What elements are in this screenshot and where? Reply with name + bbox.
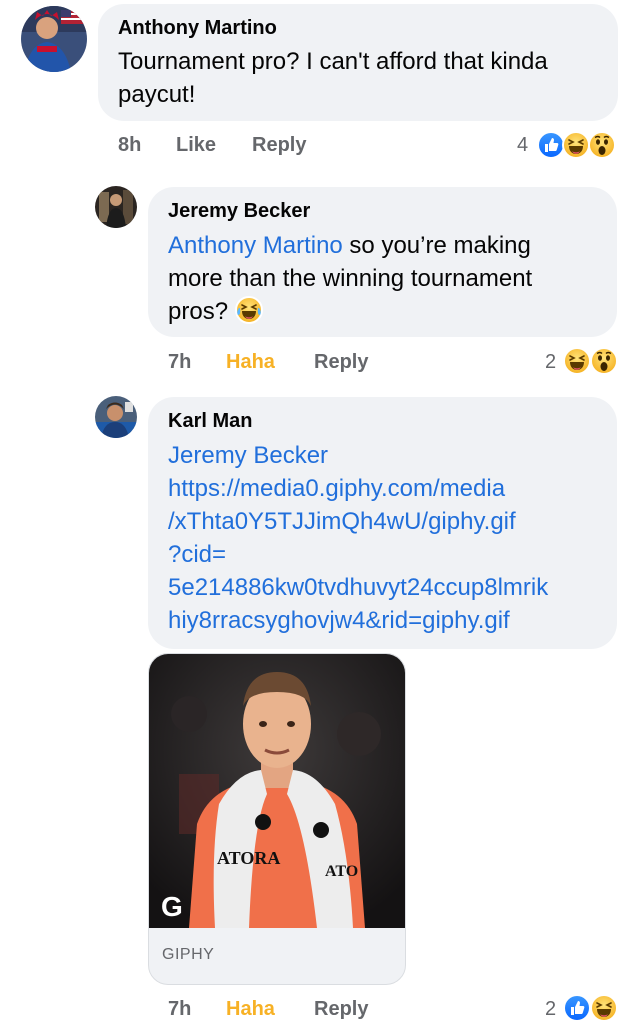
comment-timestamp[interactable]: 7h xyxy=(168,998,191,1021)
reaction-count[interactable]: 2 xyxy=(545,998,556,1021)
avatar[interactable] xyxy=(95,186,137,228)
like-reaction-icon[interactable] xyxy=(563,994,591,1022)
wow-reaction-icon[interactable] xyxy=(588,131,616,159)
comment-text: Tournament pro? I can't afford that kind… xyxy=(118,48,548,108)
like-button[interactable]: Like xyxy=(176,134,216,157)
haha-reaction-icon[interactable] xyxy=(563,347,591,375)
reply-button[interactable]: Reply xyxy=(252,134,306,157)
comment-author[interactable]: Jeremy Becker xyxy=(168,200,310,223)
like-reaction-icon[interactable] xyxy=(537,131,565,159)
giphy-url-line[interactable]: 5e214886kw0tvdhuvyt24ccup8lmrik xyxy=(168,571,608,604)
gatorade-logo: G xyxy=(161,891,183,922)
reply-button[interactable]: Reply xyxy=(314,998,368,1021)
giphy-url-line[interactable]: /xThta0Y5TJJimQh4wU/giphy.gif xyxy=(168,505,608,538)
avatar[interactable] xyxy=(21,6,87,72)
reaction-count[interactable]: 4 xyxy=(517,134,528,157)
haha-reaction-icon[interactable] xyxy=(562,131,590,159)
reaction-count[interactable]: 2 xyxy=(545,351,556,374)
comment-timestamp[interactable]: 8h xyxy=(118,134,141,157)
haha-reaction-icon[interactable] xyxy=(590,994,618,1022)
gif-image[interactable]: ATORA ATO G xyxy=(149,654,405,928)
towel-text-right: ATO xyxy=(325,863,358,880)
haha-button[interactable]: Haha xyxy=(226,351,275,374)
giphy-url-line[interactable]: hiy8rracsyghovjw4&rid=giphy.gif xyxy=(168,604,608,637)
wow-reaction-icon[interactable] xyxy=(590,347,618,375)
avatar[interactable] xyxy=(95,396,137,438)
towel-text-left: ATORA xyxy=(217,848,280,868)
comment-timestamp[interactable]: 7h xyxy=(168,351,191,374)
mention-link[interactable]: Jeremy Becker xyxy=(168,439,608,472)
mention-link[interactable]: Anthony Martino xyxy=(168,232,343,259)
giphy-source-label: GIPHY xyxy=(162,946,215,963)
tears-of-joy-emoji xyxy=(234,296,263,324)
haha-button[interactable]: Haha xyxy=(226,998,275,1021)
reply-button[interactable]: Reply xyxy=(314,351,368,374)
gif-attachment[interactable]: ATORA ATO G GIPHY xyxy=(148,653,406,985)
comment-author[interactable]: Anthony Martino xyxy=(118,17,277,40)
comment-author[interactable]: Karl Man xyxy=(168,410,252,433)
giphy-url-line[interactable]: https://media0.giphy.com/media xyxy=(168,472,608,505)
comment-text: Jeremy Becker https://media0.giphy.com/m… xyxy=(168,439,608,637)
comment-text: Anthony Martino so you’re making more th… xyxy=(168,229,588,328)
giphy-url-line[interactable]: ?cid= xyxy=(168,538,608,571)
